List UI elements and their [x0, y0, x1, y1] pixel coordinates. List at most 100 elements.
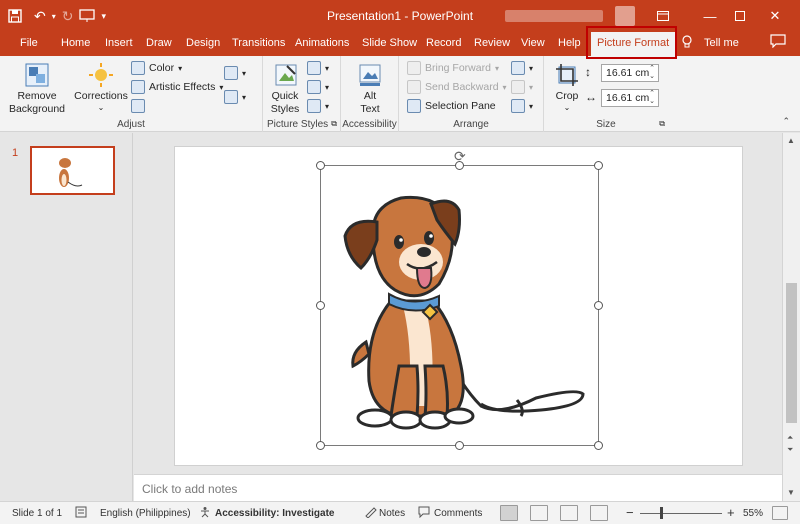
- scroll-up-icon[interactable]: ▲: [787, 136, 795, 145]
- group-accessibility: Alt Text Accessibility: [341, 56, 399, 132]
- scrollbar-thumb[interactable]: [786, 283, 797, 423]
- dropdown-arrow-icon: ▾: [529, 101, 534, 111]
- quick-styles-icon: [275, 64, 297, 86]
- dropdown-arrow-icon: ▾: [529, 82, 534, 92]
- comments-status-icon[interactable]: [418, 506, 430, 521]
- send-backward-icon: [407, 80, 421, 94]
- slide-number: 1: [12, 147, 19, 159]
- dropdown-arrow-icon: ▾: [325, 101, 330, 111]
- comments-icon[interactable]: [770, 34, 786, 51]
- comments-button[interactable]: Comments: [434, 508, 482, 519]
- height-icon: ↕: [585, 65, 591, 79]
- notes-placeholder: Click to add notes: [142, 482, 238, 496]
- window-title: Presentation1 - PowerPoint: [326, 9, 474, 23]
- notes-pane[interactable]: Click to add notes: [134, 474, 782, 501]
- accessibility-status[interactable]: Accessibility: Investigate: [215, 508, 335, 519]
- artistic-effects-button[interactable]: Artistic Effects ▾: [131, 80, 223, 94]
- vertical-scrollbar[interactable]: ▲ ⏶ ⏷ ▼: [782, 133, 800, 501]
- picture-effects-button[interactable]: ▾: [307, 80, 329, 94]
- picture-border-button[interactable]: ▾: [307, 61, 329, 75]
- tab-view[interactable]: View: [521, 37, 545, 49]
- tell-me-search[interactable]: Tell me: [704, 37, 739, 49]
- language-status[interactable]: English (Philippines): [100, 508, 191, 519]
- minimize-icon[interactable]: —: [697, 6, 723, 26]
- group-size: Crop ⌄ ↕ 16.61 cm ⌃ ⌄ ↔ 16.61 cm ⌃ ⌄ Size …: [544, 56, 668, 132]
- accessibility-icon[interactable]: [199, 506, 211, 521]
- dropdown-arrow-icon: ▾: [494, 63, 499, 73]
- dropdown-arrow-icon: ▾: [502, 82, 507, 92]
- notes-icon[interactable]: [365, 506, 377, 521]
- width-field[interactable]: 16.61 cm ⌃ ⌄: [601, 89, 659, 107]
- width-spinner-icon[interactable]: ⌃ ⌄: [649, 90, 655, 106]
- align-button[interactable]: ▾: [511, 61, 533, 75]
- group-label-accessibility: Accessibility: [342, 119, 397, 130]
- tab-design[interactable]: Design: [186, 37, 220, 49]
- tab-record[interactable]: Record: [426, 37, 461, 49]
- spelling-icon[interactable]: [75, 506, 87, 521]
- dropdown-arrow-icon: ▾: [178, 63, 183, 73]
- tab-file[interactable]: File: [20, 37, 38, 49]
- dialog-launcher-icon[interactable]: ⧉: [659, 119, 665, 129]
- tab-home[interactable]: Home: [61, 37, 90, 49]
- previous-slide-icon[interactable]: ⏶: [787, 433, 793, 443]
- bring-forward-icon: [407, 61, 421, 75]
- scroll-down-icon[interactable]: ▼: [787, 488, 795, 497]
- maximize-icon[interactable]: [727, 6, 753, 26]
- slide-show-view-icon[interactable]: [590, 505, 608, 521]
- zoom-level[interactable]: 55%: [743, 508, 763, 519]
- height-field[interactable]: 16.61 cm ⌃ ⌄: [601, 64, 659, 82]
- slide-canvas[interactable]: ⟳: [174, 146, 743, 466]
- avatar[interactable]: [615, 6, 635, 26]
- picture-border-icon: [307, 61, 321, 75]
- change-picture-button[interactable]: ▾: [224, 66, 246, 80]
- tab-review[interactable]: Review: [474, 37, 510, 49]
- slide-thumbnail[interactable]: [30, 146, 115, 195]
- zoom-in-button[interactable]: +: [727, 505, 735, 520]
- zoom-out-button[interactable]: −: [626, 505, 634, 520]
- slide-editor: ⟳: [134, 133, 782, 473]
- slide-sorter-view-icon[interactable]: [530, 505, 548, 521]
- ribbon-display-icon[interactable]: [650, 6, 676, 26]
- group-label-picture-styles: Picture Styles: [267, 119, 329, 130]
- tab-slide-show[interactable]: Slide Show: [362, 37, 417, 49]
- lightbulb-icon: [682, 35, 692, 52]
- rotate-button[interactable]: ▾: [511, 99, 533, 113]
- next-slide-icon[interactable]: ⏷: [787, 445, 793, 455]
- tab-insert[interactable]: Insert: [105, 37, 133, 49]
- tab-transitions[interactable]: Transitions: [232, 37, 285, 49]
- send-backward-button[interactable]: Send Backward ▾: [407, 80, 507, 94]
- color-icon: [131, 61, 145, 75]
- selection-pane-icon: [407, 99, 421, 113]
- group-objects-button[interactable]: ▾: [511, 80, 533, 94]
- picture-layout-button[interactable]: ▾: [307, 99, 329, 113]
- compress-pictures-button[interactable]: [131, 99, 145, 113]
- reading-view-icon[interactable]: [560, 505, 578, 521]
- slide-count[interactable]: Slide 1 of 1: [12, 508, 62, 519]
- tab-draw[interactable]: Draw: [146, 37, 172, 49]
- ribbon-tabs: File Home Insert Draw Design Transitions…: [0, 32, 800, 56]
- selection-pane-button[interactable]: Selection Pane: [407, 99, 496, 113]
- normal-view-icon[interactable]: [500, 505, 518, 521]
- dialog-launcher-icon[interactable]: ⧉: [331, 119, 337, 129]
- selected-picture[interactable]: ⟳: [316, 148, 603, 450]
- dog-picture: [343, 195, 585, 430]
- close-icon[interactable]: ✕: [762, 6, 788, 26]
- zoom-slider[interactable]: [640, 513, 722, 514]
- fit-slide-icon[interactable]: [772, 506, 788, 520]
- user-name-redacted: [505, 10, 603, 22]
- zoom-slider-thumb[interactable]: [660, 507, 663, 519]
- group-label-arrange: Arrange: [453, 119, 489, 130]
- tab-help[interactable]: Help: [558, 37, 581, 49]
- bring-forward-button[interactable]: Bring Forward ▾: [407, 61, 499, 75]
- status-bar: Slide 1 of 1 English (Philippines) Acces…: [0, 501, 800, 524]
- alt-text-icon: [359, 64, 381, 86]
- color-button[interactable]: Color ▾: [131, 61, 182, 75]
- corrections-dropdown-icon: ⌄: [97, 103, 105, 112]
- reset-picture-button[interactable]: ▾: [224, 90, 246, 104]
- tab-animations[interactable]: Animations: [295, 37, 349, 49]
- height-spinner-icon[interactable]: ⌃ ⌄: [649, 65, 655, 81]
- collapse-ribbon-icon[interactable]: ⌃: [782, 116, 790, 127]
- title-bar: ↶ ▾ ↻ ▾ Presentation1 - PowerPoint — ✕: [0, 0, 800, 32]
- notes-button[interactable]: Notes: [379, 508, 405, 519]
- dropdown-arrow-icon: ▾: [219, 82, 224, 92]
